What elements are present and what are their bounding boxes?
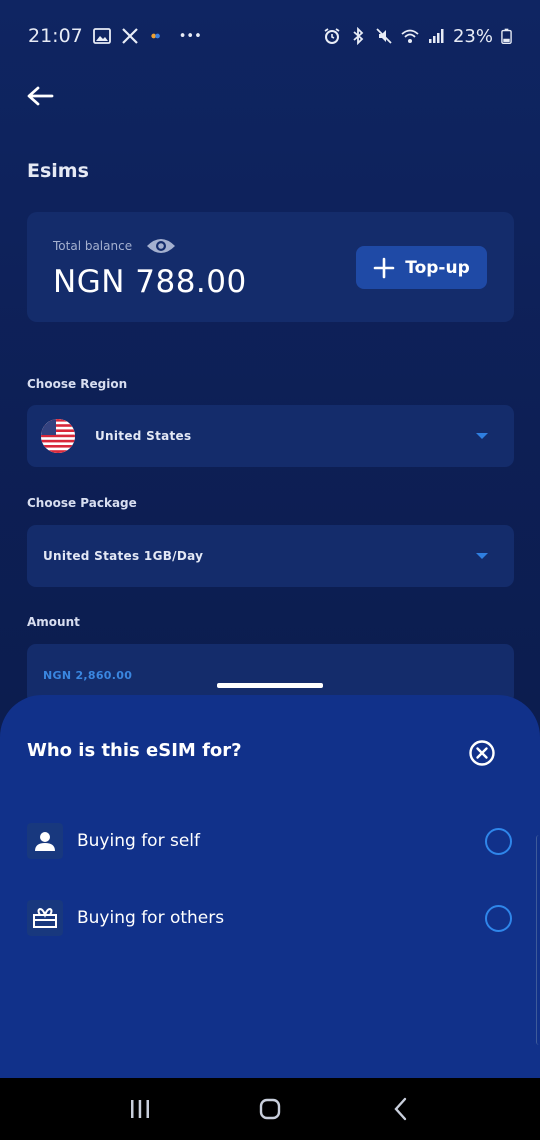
bluetooth-icon <box>353 27 364 45</box>
radio-others[interactable] <box>485 905 512 932</box>
wifi-icon <box>401 29 419 43</box>
gallery-icon <box>92 28 111 44</box>
system-nav-bar <box>0 1078 540 1140</box>
region-value: United States <box>95 429 192 443</box>
arrow-left-icon <box>27 86 54 106</box>
topup-button[interactable]: Top-up <box>356 246 487 289</box>
option-buying-for-self[interactable]: Buying for self <box>27 821 515 861</box>
option-label: Buying for self <box>77 831 200 851</box>
signal-icon <box>428 29 444 43</box>
home-button[interactable] <box>255 1094 285 1124</box>
topup-label: Top-up <box>405 257 470 278</box>
radio-self[interactable] <box>485 828 512 855</box>
plus-icon <box>373 257 395 278</box>
gift-icon <box>27 900 63 936</box>
close-icon[interactable] <box>468 739 496 767</box>
balance-card: Total balance NGN 788.00 Top-up <box>27 212 514 322</box>
back-button[interactable] <box>22 78 58 114</box>
chevron-down-icon <box>476 553 488 559</box>
back-nav-button[interactable] <box>385 1094 415 1124</box>
status-left: 21:07 ••• <box>28 25 202 47</box>
x-icon <box>121 28 138 44</box>
region-select[interactable]: United States <box>27 405 514 467</box>
region-label: Choose Region <box>27 377 128 391</box>
person-icon <box>27 823 63 859</box>
option-label: Buying for others <box>77 908 225 928</box>
status-bar: 21:07 ••• 23% <box>0 0 540 72</box>
page-title: Esims <box>27 160 89 182</box>
eye-icon[interactable] <box>146 236 176 256</box>
back-nav-icon <box>394 1097 407 1121</box>
status-right: 23% <box>323 26 512 47</box>
package-label: Choose Package <box>27 496 137 510</box>
option-buying-for-others[interactable]: Buying for others <box>27 898 515 938</box>
status-more-dots: ••• <box>178 28 202 44</box>
sheet-title: Who is this eSIM for? <box>27 740 242 761</box>
sheet-drag-handle[interactable] <box>217 683 323 688</box>
alarm-icon <box>324 28 340 44</box>
battery-percentage: 23% <box>452 25 493 47</box>
home-icon <box>259 1098 281 1120</box>
app-dot-icon <box>151 33 160 39</box>
mute-icon <box>376 28 392 44</box>
scroll-edge <box>536 835 540 1045</box>
recent-apps-icon <box>131 1100 149 1118</box>
balance-amount: NGN 788.00 <box>53 264 247 300</box>
status-time: 21:07 <box>28 25 83 47</box>
chevron-down-icon <box>476 433 488 439</box>
amount-value: NGN 2,860.00 <box>43 669 133 682</box>
us-flag-icon <box>41 419 75 453</box>
package-value: United States 1GB/Day <box>43 549 204 563</box>
recipient-bottom-sheet: Who is this eSIM for? Buying for self Bu… <box>0 695 540 1078</box>
total-balance-label: Total balance <box>53 239 133 253</box>
battery-icon <box>501 28 512 45</box>
package-select[interactable]: United States 1GB/Day <box>27 525 514 587</box>
balance-label-row: Total balance <box>53 236 176 256</box>
recent-apps-button[interactable] <box>125 1094 155 1124</box>
amount-label: Amount <box>27 615 80 629</box>
